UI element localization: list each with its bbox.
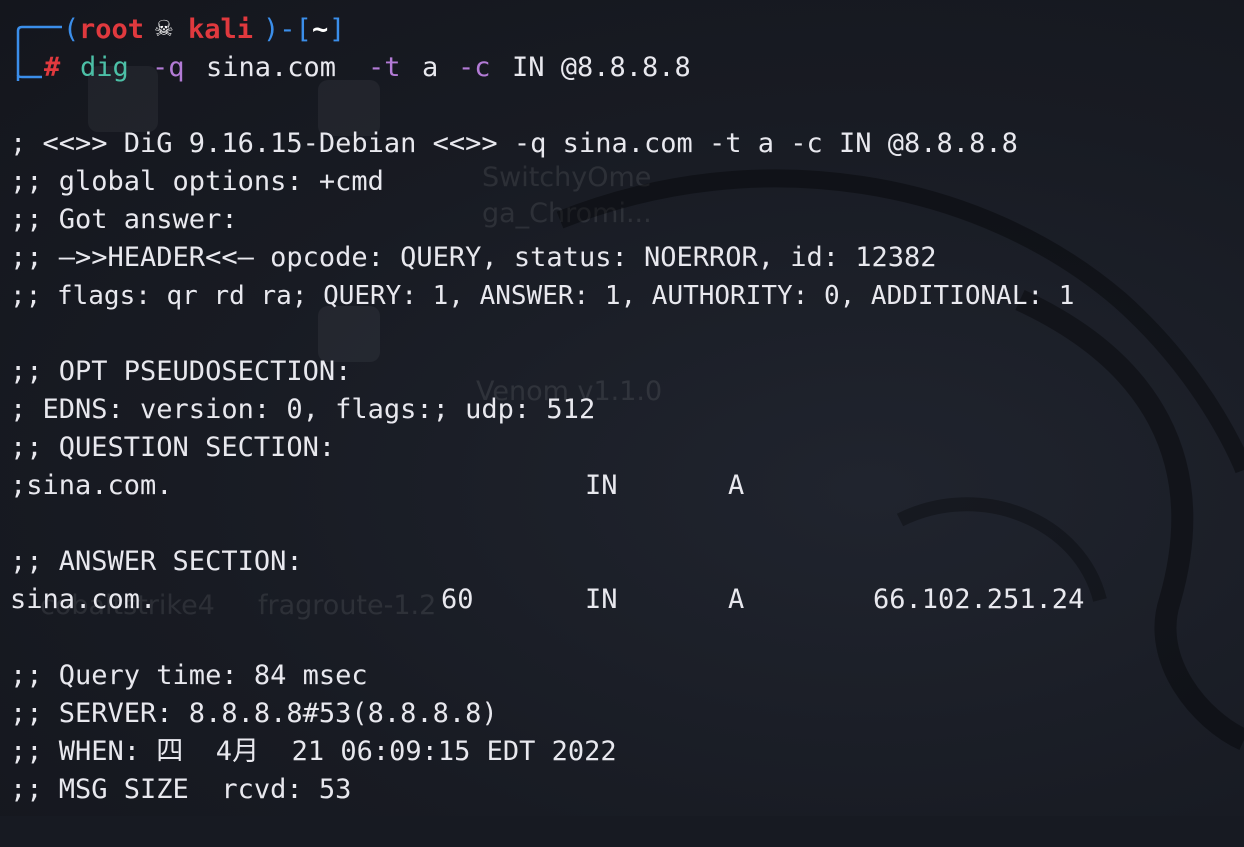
- prompt-user: root: [79, 14, 145, 45]
- question-class: IN: [585, 470, 618, 501]
- answer-name: sina.com.: [10, 584, 157, 615]
- output-question-section: ;; QUESTION SECTION:: [10, 432, 336, 463]
- prompt-cwd: ~: [312, 14, 329, 45]
- output-when: ;; WHEN: 四 4月 21 06:09:15 EDT 2022: [10, 736, 617, 767]
- prompt-open-paren: (: [63, 14, 80, 45]
- terminal-window[interactable]: ( root ☠ kali )-[ ~ ] # dig -q sina.com …: [0, 0, 1244, 816]
- answer-record-row: sina.com. 60 IN A 66.102.251.24: [10, 581, 1084, 619]
- command-line[interactable]: # dig -q sina.com -t a -c IN @8.8.8.8: [16, 49, 691, 87]
- answer-type: A: [728, 584, 745, 615]
- command-flag-q: -q: [152, 52, 185, 83]
- output-answer-section: ;; ANSWER SECTION:: [10, 546, 303, 577]
- prompt-close-bracket: ]: [329, 14, 346, 45]
- question-record-row: ;sina.com. IN A: [10, 467, 744, 505]
- output-banner: ; <<>> DiG 9.16.15-Debian <<>> -q sina.c…: [10, 128, 1018, 159]
- output-opt-section: ;; OPT PSEUDOSECTION:: [10, 356, 352, 387]
- command-class-server: IN @8.8.8.8: [512, 52, 691, 83]
- question-name: ;sina.com.: [10, 470, 173, 501]
- output-query-time: ;; Query time: 84 msec: [10, 660, 368, 691]
- command-program: dig: [80, 52, 129, 83]
- output-edns: ; EDNS: version: 0, flags:; udp: 512: [10, 394, 596, 425]
- answer-address: 66.102.251.24: [873, 584, 1085, 615]
- command-flag-c: -c: [458, 52, 491, 83]
- answer-class: IN: [585, 584, 618, 615]
- output-got-answer: ;; Got answer:: [10, 204, 238, 235]
- command-flag-t: -t: [368, 52, 401, 83]
- prompt-close-dash: )-[: [263, 14, 312, 45]
- skull-icon: ☠: [154, 17, 174, 42]
- command-type: a: [422, 52, 439, 83]
- output-msg-size: ;; MSG SIZE rcvd: 53: [10, 774, 352, 805]
- prompt-host: kali: [188, 14, 254, 45]
- question-type: A: [728, 470, 745, 501]
- command-domain: sina.com: [206, 52, 337, 83]
- prompt-line: ( root ☠ kali )-[ ~ ]: [16, 11, 345, 81]
- answer-ttl: 60: [441, 584, 474, 615]
- prompt-symbol: #: [44, 52, 61, 83]
- output-global-options: ;; global options: +cmd: [10, 166, 384, 197]
- output-header: ;; —>>HEADER<<— opcode: QUERY, status: N…: [10, 242, 937, 273]
- output-server: ;; SERVER: 8.8.8.8#53(8.8.8.8): [10, 698, 498, 729]
- output-flags: ;; flags: qr rd ra; QUERY: 1, ANSWER: 1,…: [10, 281, 1075, 311]
